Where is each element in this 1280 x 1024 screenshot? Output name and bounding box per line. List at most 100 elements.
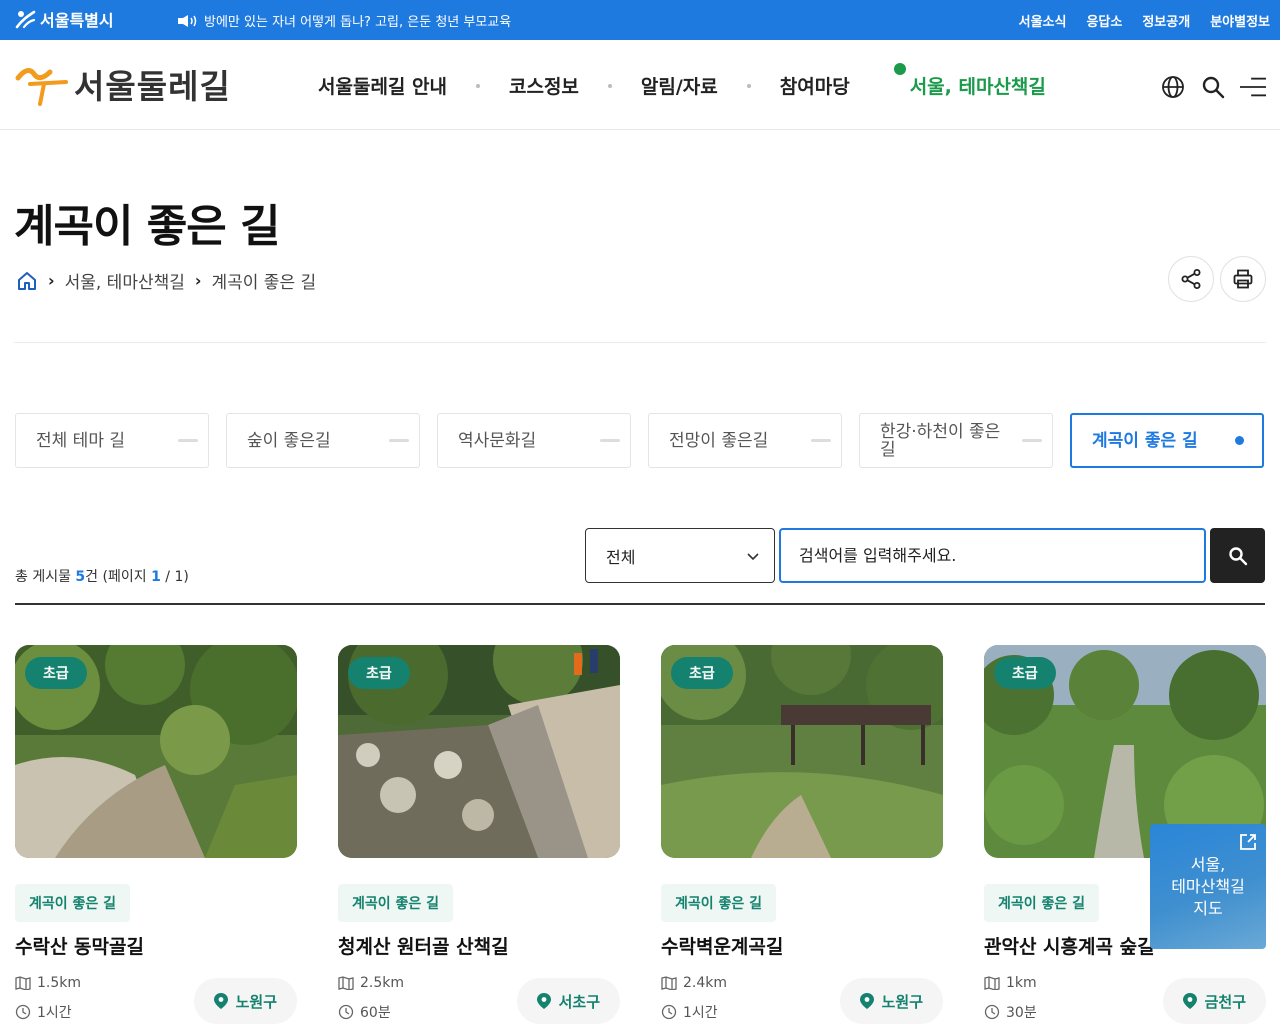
- menu-icon[interactable]: [1240, 74, 1266, 100]
- nav-item-course[interactable]: 코스정보: [509, 72, 579, 99]
- theme-badge: 계곡이 좋은 길: [984, 884, 1100, 922]
- external-link-icon: [1240, 834, 1256, 850]
- course-title: 수락벽운계곡길: [661, 936, 784, 958]
- level-badge: 초급: [671, 657, 733, 689]
- nav-separator: [607, 83, 612, 88]
- list-top-line: [15, 603, 1265, 605]
- theme-tabs: 전체 테마 길 숲이 좋은길 역사문화길 전망이 좋은길 한강·하천이 좋은길 …: [15, 413, 1264, 468]
- location-pin-icon: [859, 993, 874, 1009]
- site-header: 서울둘레길 서울둘레길 안내 코스정보 알림/자료 참여마당 서울, 테마산책길: [0, 40, 1280, 130]
- search-category-select[interactable]: 전체: [585, 528, 775, 583]
- breadcrumb: › 서울, 테마산책길 › 계곡이 좋은 길: [16, 268, 316, 293]
- course-time: 60분: [360, 1005, 391, 1021]
- course-distance: 2.5km: [360, 975, 405, 991]
- home-icon[interactable]: [16, 270, 38, 292]
- nav-item-guide[interactable]: 서울둘레길 안내: [318, 72, 447, 99]
- top-link-info[interactable]: 정보공개: [1142, 11, 1190, 30]
- district-name: 노원구: [235, 992, 277, 1011]
- print-icon: [1233, 269, 1253, 289]
- globe-icon[interactable]: [1160, 74, 1186, 100]
- search-icon[interactable]: [1200, 74, 1226, 100]
- chevron-right-icon: ›: [48, 271, 55, 290]
- notice-text: 방에만 있는 자녀 어떻게 돕나? 고립, 은둔 청년 부모교육: [204, 15, 512, 30]
- site-logo[interactable]: 서울둘레길: [14, 60, 231, 108]
- top-bar: 서울특별시 방에만 있는 자녀 어떻게 돕나? 고립, 은둔 청년 부모교육 서…: [0, 0, 1280, 40]
- map-icon: [15, 976, 31, 990]
- top-link-news[interactable]: 서울소식: [1019, 11, 1067, 30]
- tab-indicator: [600, 439, 620, 442]
- map-icon: [338, 976, 354, 990]
- seoul-gov-logo[interactable]: 서울특별시: [14, 7, 114, 31]
- tab-view[interactable]: 전망이 좋은길: [648, 413, 842, 468]
- theme-walk-map-button[interactable]: 서울, 테마산책길 지도: [1150, 824, 1266, 949]
- title-divider: [14, 342, 1266, 343]
- total-number: 5: [75, 569, 86, 585]
- nav-separator: [475, 83, 480, 88]
- course-card[interactable]: 초급 계곡이 좋은 길 수락산 동막골길 1.5km 1시간 노원구: [15, 645, 297, 1024]
- tab-indicator: [811, 439, 831, 442]
- course-thumbnail: 초급: [661, 645, 943, 858]
- page-utilities: [1168, 256, 1266, 302]
- district-name: 금천구: [1204, 992, 1246, 1011]
- course-time: 30분: [1006, 1005, 1037, 1021]
- clock-icon: [661, 1004, 677, 1020]
- location-pin-icon: [1182, 993, 1197, 1009]
- location-pin-icon: [213, 993, 228, 1009]
- chevron-down-icon: [747, 552, 759, 560]
- course-distance: 1km: [1006, 975, 1037, 991]
- tab-indicator: [389, 439, 409, 442]
- theme-badge: 계곡이 좋은 길: [661, 884, 777, 922]
- nav-item-participation[interactable]: 참여마당: [780, 72, 850, 99]
- seoul-gov-name: 서울특별시: [40, 11, 114, 30]
- site-name: 서울둘레길: [74, 67, 231, 106]
- tab-history-culture[interactable]: 역사문화길: [437, 413, 631, 468]
- district-badge[interactable]: 노원구: [839, 978, 943, 1024]
- search-icon: [1228, 546, 1247, 565]
- tab-river-stream[interactable]: 한강·하천이 좋은길: [859, 413, 1053, 468]
- seoul-logo-icon: [15, 10, 36, 29]
- course-distance: 1.5km: [37, 975, 82, 991]
- tab-indicator: [178, 439, 198, 442]
- course-time: 1시간: [37, 1005, 72, 1021]
- total-count: 총 게시물 5건 (페이지 1 / 1): [15, 569, 189, 585]
- active-dot: [1235, 436, 1244, 445]
- course-card[interactable]: 초급 계곡이 좋은 길 수락벽운계곡길 2.4km 1시간 노원구: [661, 645, 943, 1024]
- location-pin-icon: [536, 993, 551, 1009]
- course-title: 수락산 동막골길: [15, 936, 144, 958]
- clock-icon: [984, 1004, 1000, 1020]
- map-icon: [661, 976, 677, 990]
- course-thumbnail: 초급: [338, 645, 620, 858]
- nav-item-theme-walk[interactable]: 서울, 테마산책길: [893, 63, 1046, 99]
- breadcrumb-item-current: 계곡이 좋은 길: [211, 273, 317, 293]
- top-link-field[interactable]: 분야별정보: [1210, 11, 1270, 30]
- tab-all-theme[interactable]: 전체 테마 길: [15, 413, 209, 468]
- level-badge: 초급: [25, 657, 87, 689]
- breadcrumb-item-theme-walk[interactable]: 서울, 테마산책길: [65, 268, 185, 293]
- theme-badge: 계곡이 좋은 길: [15, 884, 131, 922]
- nav-item-notice[interactable]: 알림/자료: [641, 72, 718, 99]
- top-link-response[interactable]: 응답소: [1086, 11, 1122, 30]
- district-badge[interactable]: 노원구: [193, 978, 297, 1024]
- share-button[interactable]: [1168, 256, 1214, 302]
- level-badge: 초급: [994, 657, 1056, 689]
- tab-forest[interactable]: 숲이 좋은길: [226, 413, 420, 468]
- main-nav: 서울둘레길 안내 코스정보 알림/자료 참여마당 서울, 테마산책길: [318, 63, 1046, 99]
- speaker-icon: [178, 14, 197, 27]
- search-input[interactable]: [779, 528, 1206, 583]
- nav-separator: [746, 83, 751, 88]
- dullegil-logo-icon: [15, 68, 68, 106]
- course-distance: 2.4km: [683, 975, 728, 991]
- district-badge[interactable]: 서초구: [516, 978, 620, 1024]
- tab-valley[interactable]: 계곡이 좋은 길: [1070, 413, 1264, 468]
- level-badge: 초급: [348, 657, 410, 689]
- tab-indicator: [1022, 439, 1042, 442]
- search-button[interactable]: [1210, 528, 1265, 583]
- course-thumbnail: 초급: [15, 645, 297, 858]
- district-badge[interactable]: 금천구: [1162, 978, 1266, 1024]
- print-button[interactable]: [1220, 256, 1266, 302]
- theme-badge: 계곡이 좋은 길: [338, 884, 454, 922]
- course-card[interactable]: 초급 계곡이 좋은 길 청계산 원터골 산책길 2.5km 60분 서초구: [338, 645, 620, 1024]
- notice-banner[interactable]: 방에만 있는 자녀 어떻게 돕나? 고립, 은둔 청년 부모교육: [178, 11, 511, 30]
- map-icon: [984, 976, 1000, 990]
- current-page: 1: [151, 569, 161, 585]
